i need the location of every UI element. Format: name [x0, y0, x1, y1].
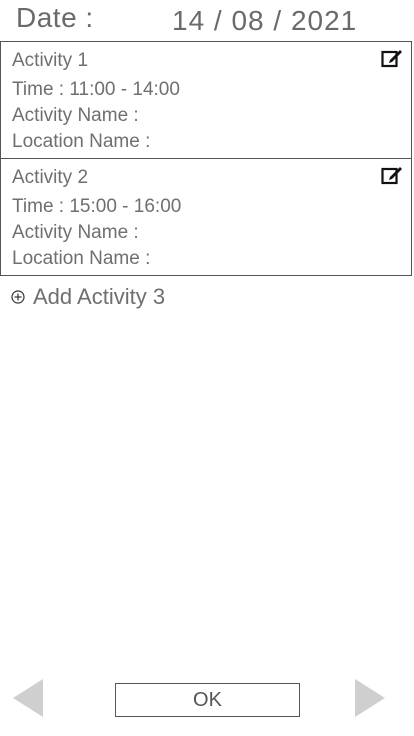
activity-card-1: Activity 1 Time : 11:00 - 14:00 Activity… — [0, 41, 412, 160]
location-name-label: Location Name : — [12, 131, 151, 152]
activity-time: Time : 15:00 - 16:00 — [12, 196, 182, 217]
triangle-left-icon[interactable] — [13, 679, 43, 717]
triangle-right-icon[interactable] — [355, 679, 385, 717]
schedule-screen: Date : 14 / 08 / 2021 Activity 1 Time : … — [0, 0, 414, 736]
edit-icon[interactable] — [381, 48, 403, 68]
activity-card-2: Activity 2 Time : 15:00 - 16:00 Activity… — [0, 158, 412, 276]
activity-title: Activity 1 — [12, 50, 89, 71]
date-label: Date : — [16, 2, 94, 33]
date-value[interactable]: 14 / 08 / 2021 — [172, 5, 357, 37]
activity-time: Time : 11:00 - 14:00 — [12, 79, 180, 100]
circle-plus-icon — [11, 290, 25, 304]
edit-icon[interactable] — [381, 165, 403, 185]
activity-title: Activity 2 — [12, 167, 89, 188]
ok-button[interactable]: OK — [115, 683, 300, 717]
location-name-label: Location Name : — [12, 248, 151, 269]
add-activity-button[interactable]: Add Activity 3 — [11, 284, 165, 310]
activity-name-label: Activity Name : — [12, 105, 139, 126]
activity-name-label: Activity Name : — [12, 222, 139, 243]
add-activity-label: Add Activity 3 — [33, 284, 166, 309]
